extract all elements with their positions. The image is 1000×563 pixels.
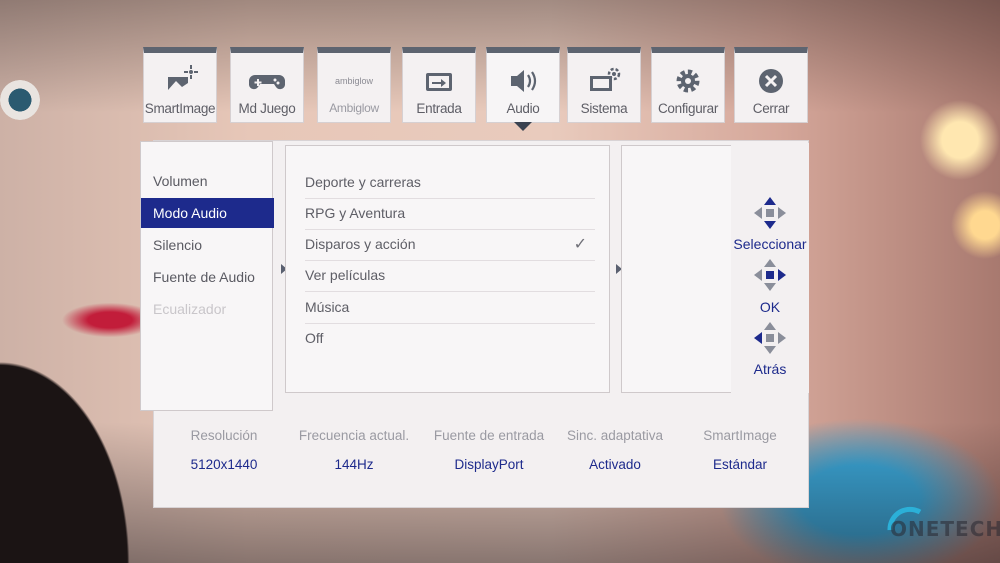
tab-label: Md Juego (238, 101, 296, 116)
status-label-sinc-adaptativa: Sinc. adaptativa (566, 428, 664, 443)
menu-item-volumen[interactable]: Volumen (141, 166, 274, 196)
menu-item-fuente-de-audio[interactable]: Fuente de Audio (141, 262, 274, 292)
status-label-frecuencia: Frecuencia actual. (298, 428, 410, 443)
option-musica[interactable]: Música (305, 292, 595, 324)
tab-entrada[interactable]: Entrada (402, 47, 476, 123)
option-label: Off (305, 330, 324, 346)
nav-ok-label: OK (759, 299, 781, 315)
tab-configurar[interactable]: Configurar (651, 47, 725, 123)
detail-column (621, 145, 732, 393)
nav-seleccionar-label: Seleccionar (733, 236, 807, 252)
status-value-frecuencia: 144Hz (334, 457, 374, 472)
tab-ambiglow[interactable]: ambiglow Ambiglow (317, 47, 391, 123)
status-value-resolucion: 5120x1440 (190, 457, 258, 472)
option-rpg-y-aventura[interactable]: RPG y Aventura (305, 198, 595, 230)
dpad-center-icon (754, 259, 786, 291)
status-value-sinc-adaptativa: Activado (589, 457, 641, 472)
dpad-left-icon (754, 322, 786, 354)
menu-item-ecualizador: Ecualizador (153, 301, 227, 317)
tab-audio[interactable]: Audio (486, 47, 560, 131)
gear-icon (652, 63, 724, 97)
background-hair (0, 330, 150, 563)
tab-cerrar[interactable]: Cerrar (734, 47, 808, 123)
speaker-icon (487, 63, 559, 97)
active-tab-pointer (514, 122, 532, 131)
status-value-fuente-entrada: DisplayPort (454, 457, 524, 472)
option-disparos-y-accion[interactable]: Disparos y acción ✓ (305, 229, 595, 261)
input-icon (403, 63, 475, 97)
option-off[interactable]: Off (305, 323, 595, 354)
system-icon (568, 63, 640, 97)
ambiglow-logo-text: ambiglow (335, 76, 374, 86)
tab-label: Cerrar (752, 101, 790, 116)
option-label: Ver películas (305, 267, 386, 283)
option-label: Disparos y acción (305, 236, 416, 252)
tab-label: Audio (506, 101, 540, 116)
status-label-resolucion: Resolución (190, 428, 258, 443)
ambiglow-icon: ambiglow (318, 63, 390, 97)
status-label-fuente-entrada: Fuente de entrada (433, 428, 545, 443)
audio-submenu: Volumen Modo Audio Silencio Fuente de Au… (140, 141, 274, 411)
tab-sistema[interactable]: Sistema (567, 47, 641, 123)
nav-atras-label: Atrás (753, 361, 787, 377)
tab-label: Configurar (657, 101, 719, 116)
watermark-text: ONETECH (890, 517, 1000, 541)
tab-md-juego[interactable]: Md Juego (230, 47, 304, 123)
option-deporte-y-carreras[interactable]: Deporte y carreras (305, 167, 595, 199)
menu-item-silencio[interactable]: Silencio (141, 230, 274, 260)
status-value-smartimage: Estándar (712, 457, 768, 472)
tab-label: Ambiglow (329, 101, 379, 115)
gamepad-icon (231, 63, 303, 97)
option-ver-peliculas[interactable]: Ver películas (305, 260, 595, 292)
tab-label: Entrada (416, 101, 462, 116)
dpad-up-down-icon (754, 197, 786, 229)
option-label: RPG y Aventura (305, 205, 406, 221)
option-label: Deporte y carreras (305, 174, 421, 190)
close-icon (735, 63, 807, 97)
option-label: Música (305, 299, 350, 315)
status-label-smartimage: SmartImage (703, 428, 777, 443)
smartimage-icon (144, 63, 216, 97)
background-eye (0, 80, 40, 120)
checkmark-icon: ✓ (573, 236, 587, 253)
menu-item-modo-audio[interactable]: Modo Audio (141, 198, 274, 228)
tab-label: Sistema (580, 101, 628, 116)
tab-label: SmartImage (144, 101, 216, 116)
tab-smartimage[interactable]: SmartImage (143, 47, 217, 123)
